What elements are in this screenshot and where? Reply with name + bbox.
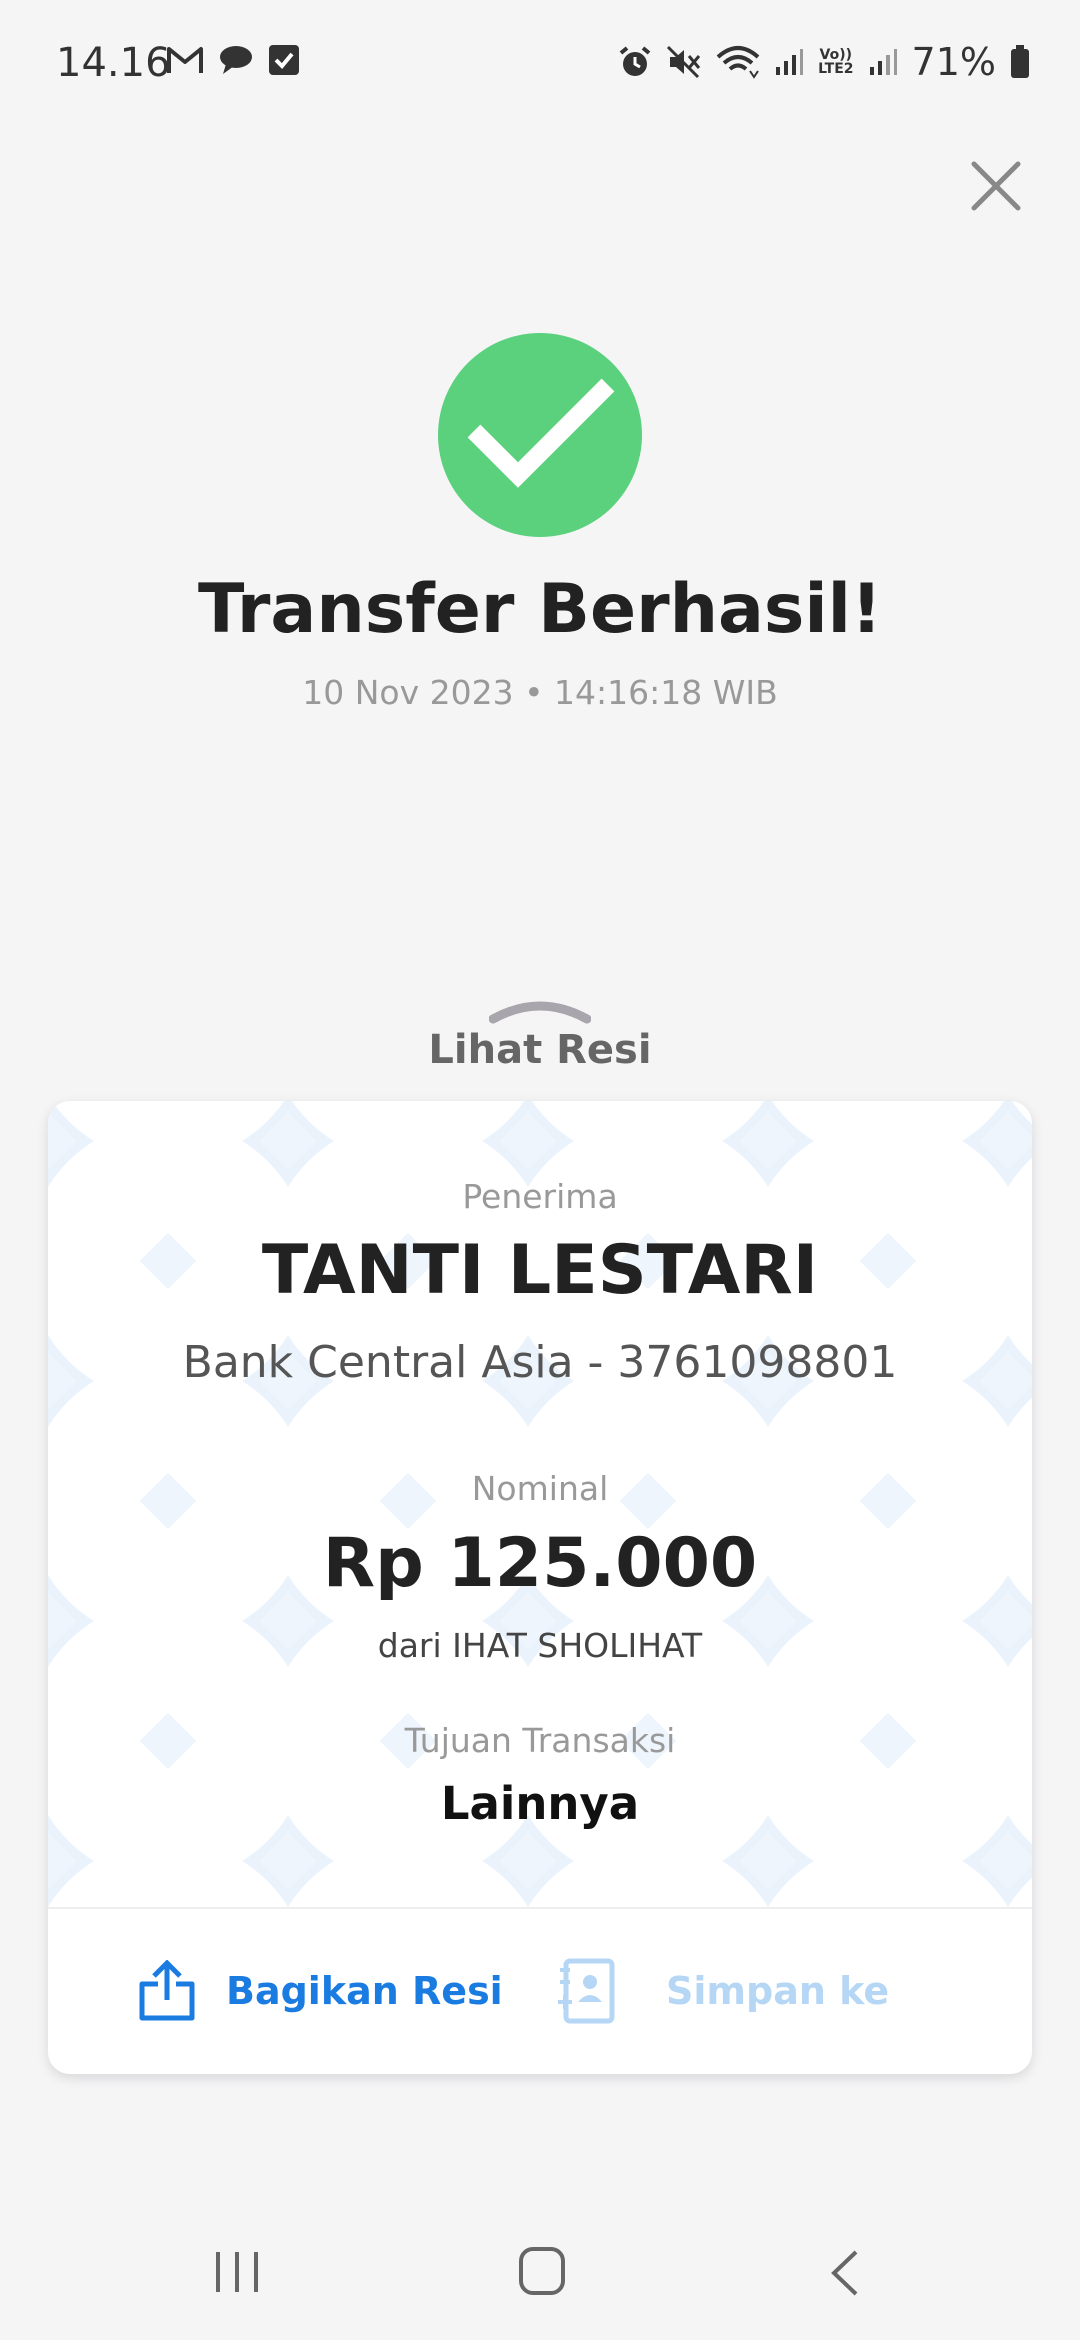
home-icon[interactable] [518, 2246, 566, 2298]
recipient-bank-account: Bank Central Asia - 3761098801 [182, 1337, 898, 1388]
share-receipt-button[interactable]: Bagikan Resi [138, 1951, 503, 2031]
amount-label: Nominal [471, 1469, 609, 1508]
mute-icon [667, 45, 701, 79]
wifi-icon [716, 46, 760, 79]
share-icon [139, 1960, 195, 2021]
save-contact-icon [558, 1958, 615, 2024]
recipient-label: Penerima [462, 1177, 618, 1216]
recipient-name: TANTI LESTARI [261, 1231, 819, 1310]
gmail-icon [167, 47, 203, 73]
lte-icon: Vo)) LTE2 [818, 48, 853, 76]
card-divider [48, 1907, 1032, 1909]
page-title: Transfer Berhasil! [197, 570, 883, 649]
status-notification-icons [166, 44, 300, 76]
view-receipt-toggle[interactable]: Lihat Resi [0, 1027, 1080, 1073]
alarm-icon [619, 46, 651, 76]
status-system-icons: Vo)) LTE2 71% [618, 40, 1030, 84]
save-to-button[interactable]: Simpan ke [556, 1951, 889, 2031]
battery-icon [1011, 45, 1029, 78]
lte-line1: Vo)) [819, 47, 853, 63]
status-time: 14.16 [56, 40, 171, 86]
chevron-up-icon[interactable] [489, 997, 591, 1025]
status-bar: 14.16 Vo)) LTE2 71% [0, 0, 1080, 125]
battery-percent: 71% [911, 40, 996, 84]
share-receipt-label: Bagikan Resi [226, 1969, 503, 2013]
transaction-purpose: Lainnya [440, 1777, 640, 1830]
transaction-datetime: 10 Nov 2023 • 14:16:18 WIB [302, 673, 778, 712]
transfer-amount: Rp 125.000 [322, 1524, 758, 1603]
success-check-icon [438, 333, 642, 537]
back-icon[interactable] [828, 2248, 862, 2298]
signal-icon [869, 49, 897, 75]
navigation-bar [0, 2220, 1080, 2340]
lte-line2: LTE2 [818, 61, 854, 77]
sender-name: dari IHAT SHOLIHAT [377, 1626, 703, 1665]
recent-apps-icon[interactable] [212, 2248, 262, 2296]
save-to-label: Simpan ke [666, 1969, 890, 2013]
signal-icon [776, 49, 804, 75]
chat-icon [220, 46, 252, 74]
purpose-label: Tujuan Transaksi [404, 1721, 676, 1760]
close-icon[interactable] [968, 158, 1024, 214]
checkbox-icon [269, 45, 299, 75]
receipt-card: Penerima TANTI LESTARI Bank Central Asia… [48, 1101, 1032, 2074]
